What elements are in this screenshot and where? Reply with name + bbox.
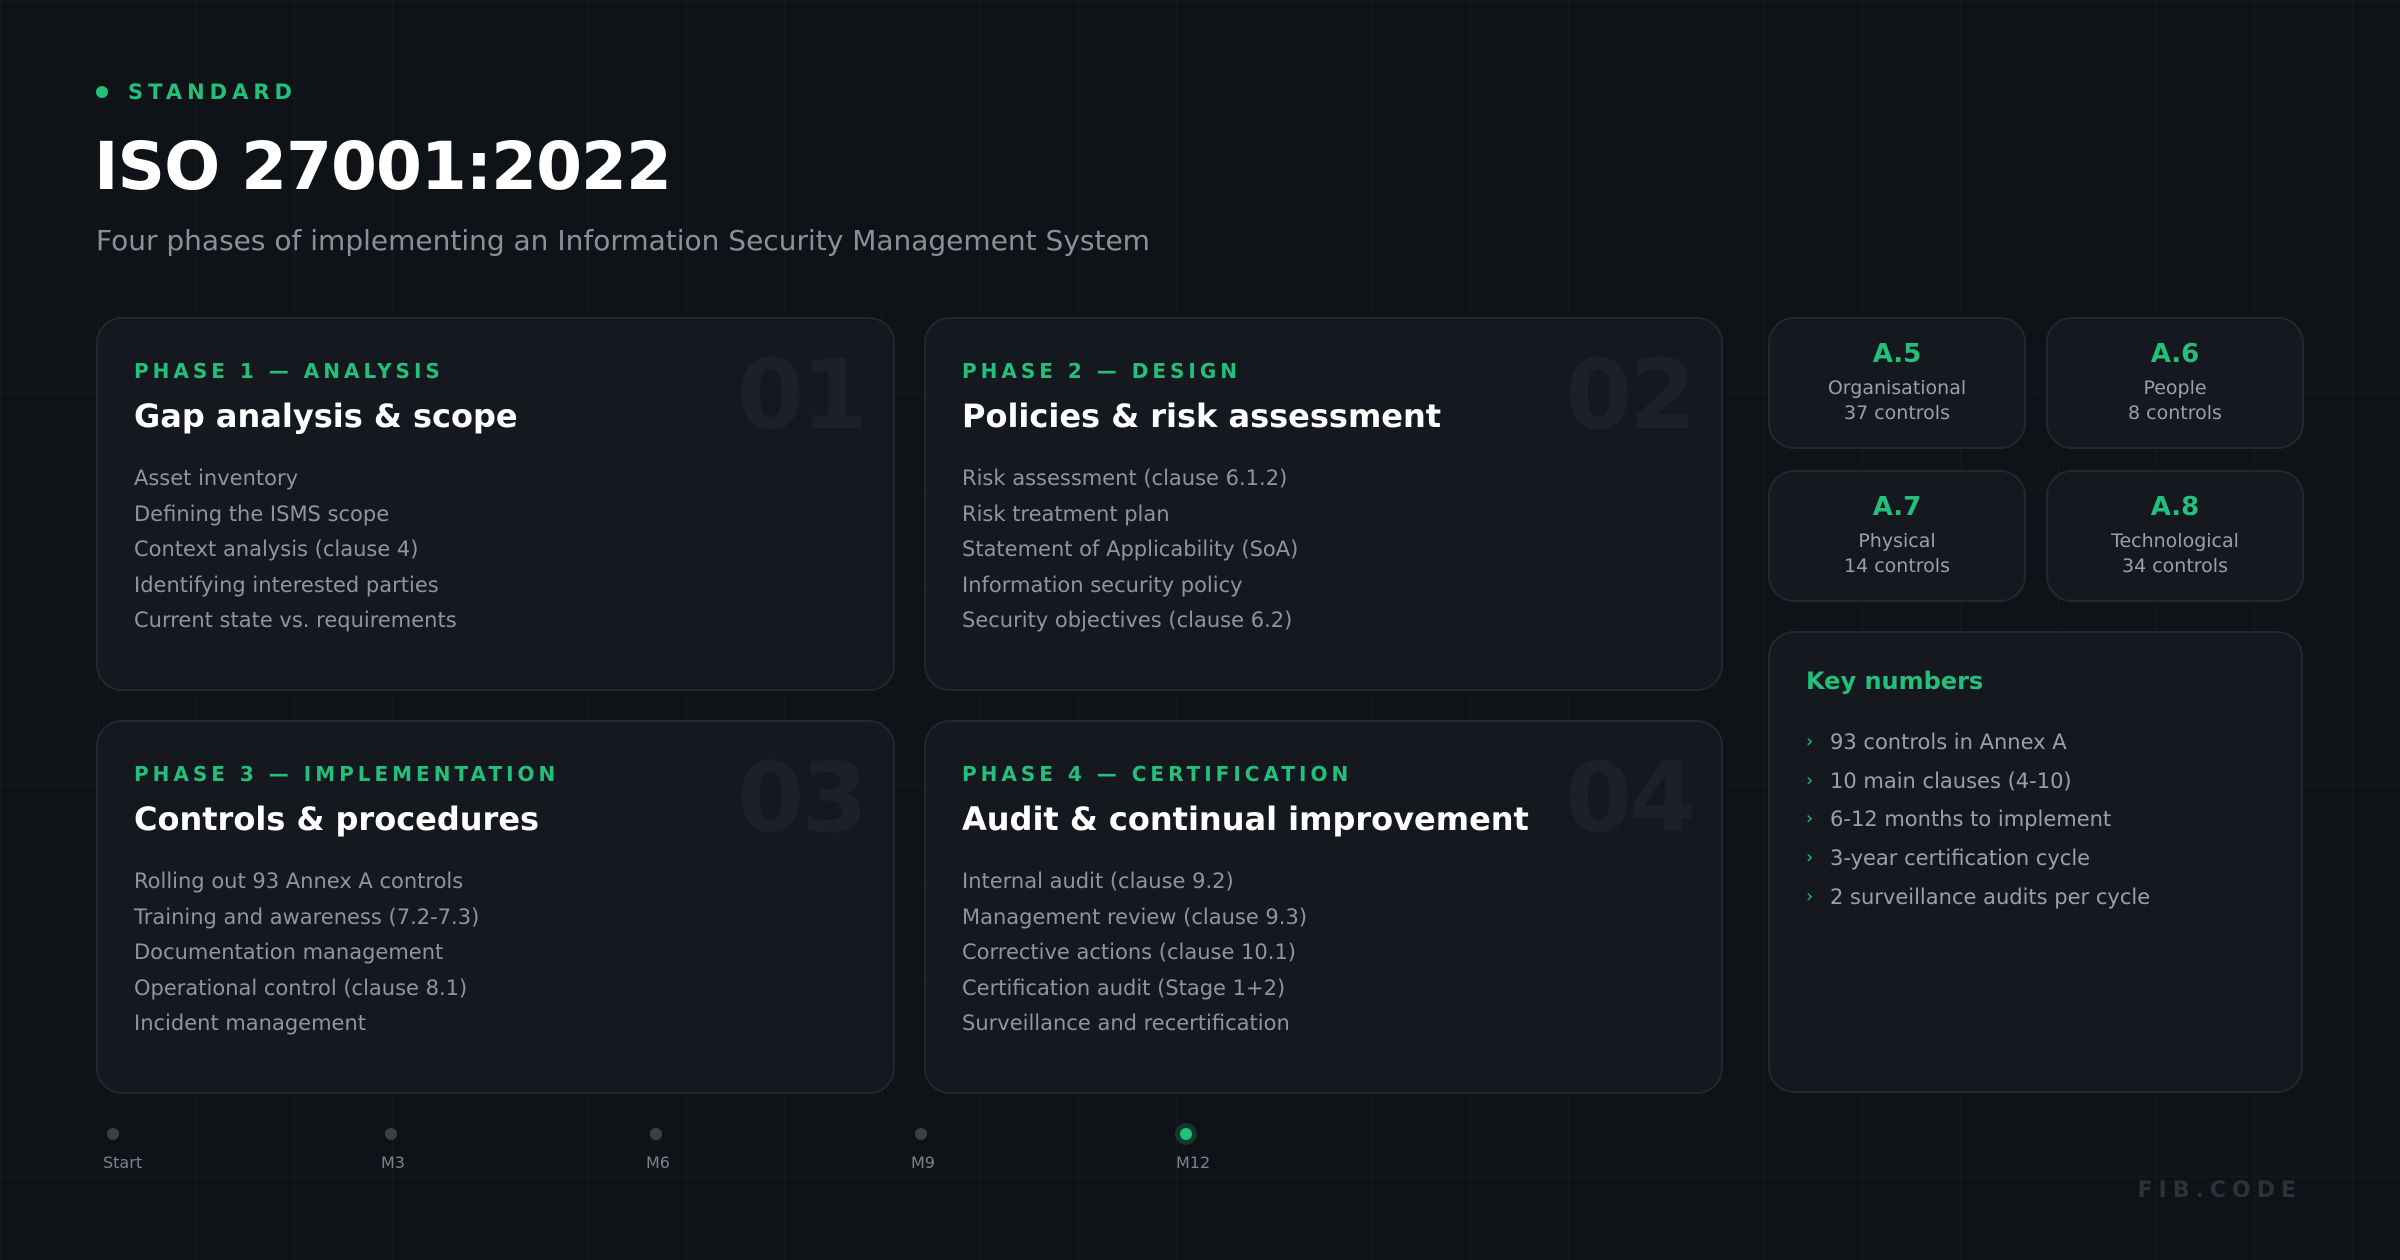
- brand-wordmark: FIB.CODE: [2137, 1178, 2302, 1203]
- timeline-dot-icon: [385, 1128, 397, 1140]
- phase-item-list: Risk assessment (clause 6.1.2) Risk trea…: [962, 461, 1685, 639]
- page-title: ISO 27001:2022: [94, 128, 672, 205]
- phase-item-list: Internal audit (clause 9.2) Management r…: [962, 864, 1685, 1042]
- timeline-tick-m9: M9: [911, 1128, 935, 1172]
- key-numbers-panel: Key numbers › 93 controls in Annex A › 10 …: [1768, 631, 2303, 1093]
- timeline-dot-icon: [107, 1128, 119, 1140]
- control-code: A.6: [2150, 339, 2200, 369]
- list-item: Risk assessment (clause 6.1.2): [962, 466, 1288, 490]
- list-item: Risk treatment plan: [962, 501, 1170, 526]
- timeline-tick-m6: M6: [646, 1128, 670, 1172]
- phase-number: 03: [737, 742, 868, 854]
- timeline-tick-m12: M12: [1176, 1128, 1210, 1172]
- phase-number: 02: [1565, 339, 1696, 451]
- control-count: 37 controls: [1844, 402, 1950, 424]
- eyebrow: STANDARD: [96, 80, 297, 104]
- phase-card-3: 03 PHASE 3 — IMPLEMENTATION Controls & p…: [96, 720, 895, 1094]
- list-item: Rolling out 93 Annex A controls: [134, 869, 464, 893]
- phase-item-list: Rolling out 93 Annex A controls Training…: [134, 864, 857, 1042]
- phase-item-list: Asset inventory Defining the ISMS scope …: [134, 461, 857, 639]
- control-count: 34 controls: [2122, 555, 2228, 577]
- control-name: Technological: [2111, 530, 2239, 552]
- control-tile-a5: A.5 Organisational 37 controls: [1768, 317, 2026, 449]
- control-code: A.8: [2150, 492, 2200, 522]
- eyebrow-dot-icon: [96, 86, 108, 98]
- phase-number: 01: [737, 339, 868, 451]
- timeline-tick-m3: M3: [381, 1128, 405, 1172]
- list-item: Security objectives (clause 6.2): [962, 608, 1293, 632]
- list-item: Defining the ISMS scope: [134, 501, 390, 526]
- chevron-right-icon: ›: [1806, 769, 1814, 791]
- timeline-label: M6: [646, 1153, 670, 1172]
- timeline-active-dot-icon: [1180, 1128, 1192, 1140]
- list-item: Operational control (clause 8.1): [134, 975, 468, 1000]
- chevron-right-icon: ›: [1806, 847, 1814, 869]
- control-code: A.5: [1872, 339, 1922, 369]
- control-tile-a8: A.8 Technological 34 controls: [2046, 470, 2304, 602]
- control-code: A.7: [1872, 492, 1922, 522]
- key-numbers-title: Key numbers: [1806, 667, 1984, 695]
- key-number-text: 10 main clauses (4-10): [1830, 768, 2072, 793]
- key-number-text: 3-year certification cycle: [1830, 846, 2091, 871]
- list-item: Identifying interested parties: [134, 572, 439, 597]
- key-numbers-list: › 93 controls in Annex A › 10 main clauses…: [1806, 723, 2265, 917]
- timeline-dot-icon: [915, 1128, 927, 1140]
- list-item: Corrective actions (clause 10.1): [962, 940, 1297, 964]
- eyebrow-label: STANDARD: [128, 80, 297, 104]
- list-item: Incident management: [134, 1011, 367, 1035]
- list-item: Internal audit (clause 9.2): [962, 869, 1234, 893]
- timeline-dot-icon: [650, 1128, 662, 1140]
- phase-number: 04: [1565, 742, 1696, 854]
- list-item: › 93 controls in Annex A: [1806, 723, 2265, 762]
- page-subtitle: Four phases of implementing an Informati…: [96, 224, 1150, 257]
- list-item: Surveillance and recertification: [962, 1011, 1290, 1035]
- list-item: › 3-year certification cycle: [1806, 839, 2265, 878]
- timeline-label: M12: [1176, 1153, 1211, 1172]
- list-item: › 10 main clauses (4-10): [1806, 762, 2265, 801]
- key-number-text: 2 surveillance audits per cycle: [1830, 884, 2151, 909]
- phase-card-2: 02 PHASE 2 — DESIGN Policies & risk asse…: [924, 317, 1723, 691]
- list-item: Training and awareness (7.2-7.3): [134, 904, 480, 929]
- chevron-right-icon: ›: [1806, 808, 1814, 830]
- list-item: Context analysis (clause 4): [134, 537, 419, 561]
- key-number-text: 6-12 months to implement: [1830, 807, 2112, 832]
- timeline-label: Start: [103, 1153, 143, 1172]
- list-item: › 2 surveillance audits per cycle: [1806, 878, 2265, 917]
- control-tile-a6: A.6 People 8 controls: [2046, 317, 2304, 449]
- list-item: Management review (clause 9.3): [962, 904, 1308, 929]
- phase-card-1: 01 PHASE 1 — ANALYSIS Gap analysis & sco…: [96, 317, 895, 691]
- control-name: Physical: [1858, 530, 1936, 552]
- phase-card-4: 04 PHASE 4 — CERTIFICATION Audit & conti…: [924, 720, 1723, 1094]
- control-count: 14 controls: [1844, 555, 1950, 577]
- list-item: Documentation management: [134, 940, 444, 964]
- control-name: People: [2143, 377, 2207, 399]
- timeline-tick-start: Start: [103, 1128, 142, 1172]
- list-item: Statement of Applicability (SoA): [962, 537, 1299, 561]
- list-item: › 6-12 months to implement: [1806, 800, 2265, 839]
- control-name: Organisational: [1827, 377, 1967, 399]
- control-count: 8 controls: [2128, 402, 2222, 424]
- control-tile-a7: A.7 Physical 14 controls: [1768, 470, 2026, 602]
- list-item: Information security policy: [962, 572, 1243, 597]
- list-item: Asset inventory: [134, 466, 299, 490]
- list-item: Certification audit (Stage 1+2): [962, 975, 1286, 1000]
- list-item: Current state vs. requirements: [134, 608, 457, 632]
- timeline-label: M9: [911, 1153, 935, 1172]
- chevron-right-icon: ›: [1806, 731, 1814, 752]
- timeline-label: M3: [381, 1153, 405, 1172]
- timeline: Start M3 M6 M9 M12: [0, 1128, 2400, 1188]
- chevron-right-icon: ›: [1806, 885, 1814, 907]
- key-number-text: 93 controls in Annex A: [1830, 730, 2067, 754]
